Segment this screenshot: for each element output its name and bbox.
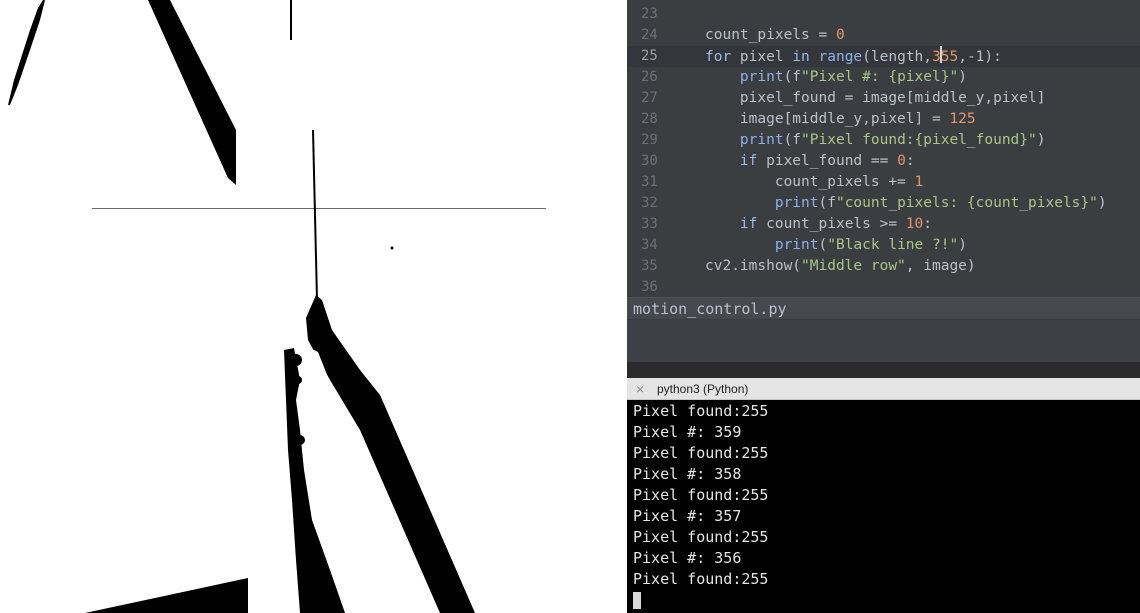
- terminal-line: Pixel found:255: [633, 486, 769, 504]
- close-icon[interactable]: ×: [636, 378, 644, 400]
- code-line[interactable]: 31 count_pixels += 1: [627, 172, 1140, 193]
- terminal-line: Pixel found:255: [633, 528, 769, 546]
- code-text: for pixel in range(length,355,-1):: [705, 46, 1002, 68]
- code-text: cv2.imshow("Middle row", image): [705, 258, 976, 274]
- code-line[interactable]: 35 cv2.imshow("Middle row", image): [627, 256, 1140, 277]
- code-line[interactable]: 32 print(f"count_pixels: {count_pixels}"…: [627, 193, 1140, 214]
- code-text: if count_pixels >= 10:: [739, 216, 932, 232]
- code-text: print(f"count_pixels: {count_pixels}"): [774, 195, 1107, 211]
- line-number: 34: [641, 237, 658, 253]
- editor-filename[interactable]: motion_control.py: [627, 297, 1140, 319]
- ide-pane: 23 24 count_pixels = 0 25 for pixel in range…: [627, 0, 1140, 613]
- code-line[interactable]: 34 print("Black line ?!"): [627, 235, 1140, 256]
- code-text: count_pixels += 1: [705, 174, 924, 190]
- code-text: print("Black line ?!"): [774, 237, 967, 253]
- code-line[interactable]: 27 pixel_found = image[middle_y,pixel]: [627, 88, 1140, 109]
- line-number: 23: [641, 6, 658, 22]
- line-number: 32: [641, 195, 658, 211]
- terminal-line: Pixel #: 358: [633, 465, 742, 483]
- code-line[interactable]: 29 print(f"Pixel found:{pixel_found}"): [627, 130, 1140, 151]
- screen: 23 24 count_pixels = 0 25 for pixel in range…: [0, 0, 1140, 613]
- code-line[interactable]: 33 if count_pixels >= 10:: [627, 214, 1140, 235]
- line-number: 30: [641, 153, 658, 169]
- terminal-line: Pixel #: 359: [633, 423, 742, 441]
- code-line[interactable]: 23: [627, 4, 1140, 25]
- line-number: 27: [641, 90, 658, 106]
- code-text: count_pixels = 0: [705, 27, 845, 43]
- code-line[interactable]: 28 image[middle_y,pixel] = 125: [627, 109, 1140, 130]
- binary-image-canvas: [0, 0, 627, 613]
- terminal-cursor: [633, 592, 641, 609]
- code-text: print(f"Pixel #: {pixel}"): [739, 69, 967, 85]
- line-number: 25: [641, 48, 658, 64]
- line-number: 29: [641, 132, 658, 148]
- terminal-line: Pixel found:255: [633, 402, 769, 420]
- line-number: 31: [641, 174, 658, 190]
- scan-line: [92, 208, 546, 209]
- code-text: pixel_found = image[middle_y,pixel]: [705, 90, 1046, 106]
- terminal-line: Pixel #: 356: [633, 549, 742, 567]
- terminal-line: Pixel #: 357: [633, 507, 742, 525]
- line-number: 28: [641, 111, 658, 127]
- code-line[interactable]: 25 for pixel in range(length,355,-1):: [627, 46, 1140, 67]
- code-line[interactable]: 30 if pixel_found == 0:: [627, 151, 1140, 172]
- code-line[interactable]: 24 count_pixels = 0: [627, 25, 1140, 46]
- middle-row-image: [0, 0, 627, 613]
- terminal-line: Pixel found:255: [633, 444, 769, 462]
- line-number: 33: [641, 216, 658, 232]
- terminal-output[interactable]: Pixel found:255 Pixel #: 359 Pixel found:2…: [627, 400, 1140, 613]
- line-number: 24: [641, 27, 658, 43]
- terminal-tab[interactable]: × python3 (Python): [627, 378, 1140, 400]
- code-line[interactable]: 36: [627, 277, 1140, 298]
- line-number: 26: [641, 69, 658, 85]
- code-line[interactable]: 26 print(f"Pixel #: {pixel}"): [627, 67, 1140, 88]
- line-number: 35: [641, 258, 658, 274]
- terminal-title: python3 (Python): [657, 382, 749, 396]
- code-text: print(f"Pixel found:{pixel_found}"): [739, 132, 1046, 148]
- code-text: if pixel_found == 0:: [739, 153, 915, 169]
- editor-empty-area: [627, 320, 1140, 362]
- line-number: 36: [641, 279, 658, 295]
- terminal-line: Pixel found:255: [633, 570, 769, 588]
- code-text: image[middle_y,pixel] = 125: [705, 111, 976, 127]
